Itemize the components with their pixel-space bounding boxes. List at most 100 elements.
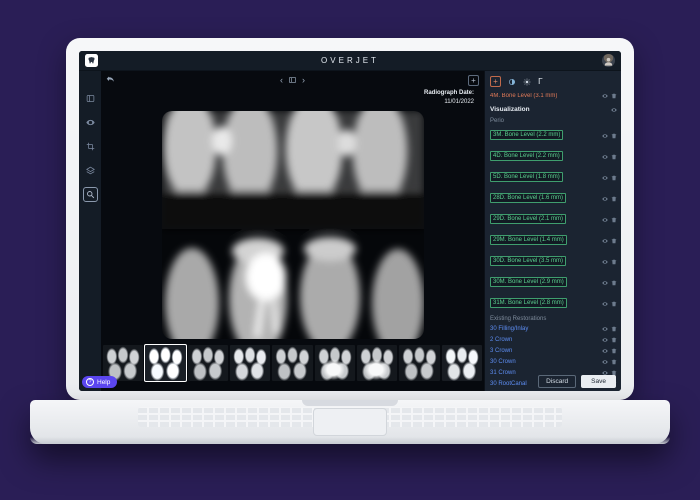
contrast-icon [508,78,516,86]
visibility-toggle-button[interactable] [602,359,608,365]
selected-annotation-row[interactable]: 4M. Bone Level (3.1 mm) [490,91,617,101]
perio-finding-row[interactable]: 30M. Bone Level (2.9 mm) [490,274,617,292]
perio-finding-label[interactable]: 3M. Bone Level (2.2 mm) [490,130,564,140]
perio-finding-label[interactable]: 28D. Bone Level (1.6 mm) [490,193,567,203]
perio-finding-label[interactable]: 30M. Bone Level (2.9 mm) [490,277,567,287]
question-icon: ? [86,378,94,386]
previous-image-button[interactable]: ‹ [280,75,283,85]
delete-button[interactable] [611,326,617,332]
trash-icon [611,280,617,286]
delete-button[interactable] [611,348,617,354]
radiograph-thumbnail[interactable] [441,345,482,381]
visibility-toggle-button[interactable] [602,337,608,343]
restoration-finding-row[interactable]: 30 Crown [490,358,617,366]
eye-icon [602,301,608,307]
brightness-button[interactable] [523,78,531,86]
delete-button[interactable] [611,154,617,160]
adjustment-toolbar: + Γ [490,75,617,88]
perio-finding-label[interactable]: 31M. Bone Level (2.8 mm) [490,298,567,308]
add-annotation-button[interactable]: + [490,76,501,87]
restoration-finding-label[interactable]: 30 Filling/Inlay [490,325,599,333]
delete-button[interactable] [611,301,617,307]
delete-button[interactable] [611,93,617,99]
gamma-button[interactable]: Γ [538,77,542,86]
delete-button[interactable] [611,238,617,244]
perio-finding-label[interactable]: 30D. Bone Level (3.5 mm) [490,256,567,266]
overjet-logo[interactable] [85,54,98,67]
laptop-base [30,400,670,444]
visibility-toggle-button[interactable] [602,154,608,160]
radiograph-thumbnail[interactable] [229,345,271,381]
visibility-toggle-button[interactable] [602,217,608,223]
discard-button[interactable]: Discard [538,375,577,388]
next-image-button[interactable]: › [302,75,305,85]
help-button[interactable]: ? Help [82,376,118,388]
user-avatar[interactable] [602,54,615,67]
radiograph-image[interactable] [162,111,424,339]
perio-finding-row[interactable]: 4D. Bone Level (2.2 mm) [490,148,617,166]
visibility-toggle-button[interactable] [602,196,608,202]
visibility-toggle-button[interactable] [602,301,608,307]
delete-button[interactable] [611,175,617,181]
perio-finding-row[interactable]: 29D. Bone Level (2.1 mm) [490,211,617,229]
toggle-all-visibility-button[interactable] [611,107,617,113]
trash-icon [611,359,617,365]
visibility-toggle-button[interactable] [602,259,608,265]
perio-finding-row[interactable]: 5D. Bone Level (1.8 mm) [490,169,617,187]
restoration-finding-row[interactable]: 3 Crown [490,347,617,355]
save-button[interactable]: Save [581,375,616,388]
perio-finding-row[interactable]: 3M. Bone Level (2.2 mm) [490,127,617,145]
sidebar-item-visibility[interactable] [83,115,98,130]
perio-finding-row[interactable]: 31M. Bone Level (2.8 mm) [490,295,617,313]
perio-finding-label[interactable]: 29M. Bone Level (1.4 mm) [490,235,567,245]
back-button[interactable] [106,71,115,89]
app-title: OVERJET [321,56,379,65]
radiograph-thumbnail-selected[interactable] [144,344,187,382]
sidebar-item-search[interactable] [82,187,98,202]
visibility-toggle-button[interactable] [602,280,608,286]
delete-button[interactable] [611,196,617,202]
perio-finding-label[interactable]: 29D. Bone Level (2.1 mm) [490,214,567,224]
radiograph-thumbnail[interactable] [356,345,398,381]
eye-icon [602,348,608,354]
restoration-finding-label[interactable]: 2 Crown [490,336,599,344]
contrast-button[interactable] [508,78,516,86]
radiograph-thumbnail[interactable] [314,345,355,381]
delete-button[interactable] [611,359,617,365]
delete-button[interactable] [611,217,617,223]
perio-finding-label[interactable]: 4D. Bone Level (2.2 mm) [490,151,563,161]
restoration-finding-row[interactable]: 30 Filling/Inlay [490,325,617,333]
visibility-toggle-button[interactable] [602,238,608,244]
restoration-finding-label[interactable]: 3 Crown [490,347,599,355]
perio-finding-row[interactable]: 28D. Bone Level (1.6 mm) [490,190,617,208]
restoration-finding-row[interactable]: 2 Crown [490,336,617,344]
frames-icon [288,76,297,84]
visibility-toggle-button[interactable] [602,93,608,99]
eye-icon [602,326,608,332]
delete-button[interactable] [611,133,617,139]
sidebar-item-crop[interactable] [83,139,98,154]
delete-button[interactable] [611,259,617,265]
eye-icon [602,93,608,99]
eye-icon [602,337,608,343]
visibility-toggle-button[interactable] [602,133,608,139]
radiograph-thumbnail[interactable] [399,345,440,381]
sidebar-item-layers[interactable] [83,163,98,178]
delete-button[interactable] [611,337,617,343]
restoration-finding-label[interactable]: 30 Crown [490,358,599,366]
viewer-add-button[interactable]: + [468,74,479,86]
layers-icon [86,166,95,175]
visibility-toggle-button[interactable] [602,326,608,332]
delete-button[interactable] [611,280,617,286]
visibility-toggle-button[interactable] [602,175,608,181]
thumbnail-strip [103,344,482,382]
crop-icon [86,142,95,151]
perio-finding-row[interactable]: 29M. Bone Level (1.4 mm) [490,232,617,250]
radiograph-thumbnail[interactable] [187,345,228,381]
layout-grid-button[interactable] [288,71,297,89]
perio-finding-label[interactable]: 5D. Bone Level (1.8 mm) [490,172,563,182]
perio-finding-row[interactable]: 30D. Bone Level (3.5 mm) [490,253,617,271]
radiograph-thumbnail[interactable] [272,345,313,381]
sidebar-item-layout[interactable] [83,91,98,106]
visibility-toggle-button[interactable] [602,348,608,354]
